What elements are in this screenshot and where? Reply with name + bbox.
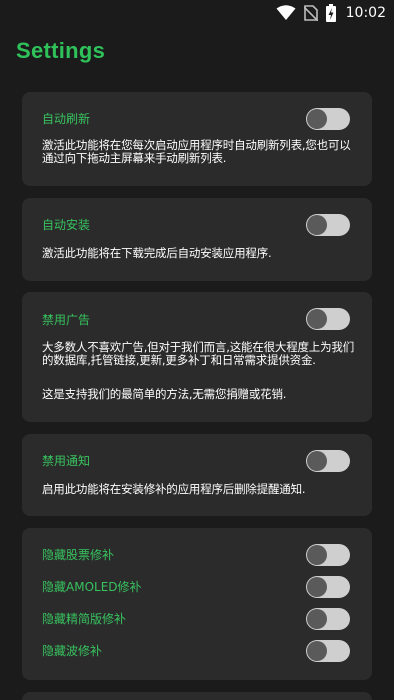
- toggle-knob: [307, 451, 327, 471]
- disable-ads-label: 禁用广告: [42, 313, 91, 327]
- disable-notifications-card: 禁用通知 启用此功能将在安装修补的应用程序后删除提醒通知.: [22, 434, 372, 516]
- toggle-knob: [307, 215, 327, 235]
- hide-patches-card: 隐藏股票修补 隐藏AMOLED修补 隐藏精简版修补 隐藏波修补: [22, 528, 372, 680]
- page-title: Settings: [16, 38, 106, 63]
- hide-wave-patch-toggle[interactable]: [306, 640, 350, 662]
- toggle-knob: [307, 309, 327, 329]
- toggle-knob: [307, 609, 327, 629]
- toggle-knob: [307, 545, 327, 565]
- hide-amoled-patch-label: 隐藏AMOLED修补: [42, 580, 142, 594]
- hide-stock-patch-label: 隐藏股票修补: [42, 548, 115, 562]
- disable-ads-note: 这是支持我们的最简单的方法,无需您捐赠或花销.: [42, 387, 287, 401]
- hide-amoled-patch-toggle[interactable]: [306, 576, 350, 598]
- hide-stock-patch-toggle[interactable]: [306, 544, 350, 566]
- next-settings-card: [22, 692, 372, 700]
- battery-charging-icon: [325, 4, 336, 22]
- status-time: 10:02: [345, 5, 386, 21]
- toggle-knob: [307, 641, 327, 661]
- hide-lite-patch-label: 隐藏精简版修补: [42, 612, 127, 626]
- wifi-icon: [276, 5, 296, 21]
- settings-screen: 10:02 Settings 自动刷新 激活此功能将在您每次启动应用程序时自动刷…: [0, 0, 394, 700]
- toggle-knob: [307, 109, 327, 129]
- auto-install-card: 自动安装 激活此功能将在下载完成后自动安装应用程序.: [22, 198, 372, 281]
- auto-refresh-description: 激活此功能将在您每次启动应用程序时自动刷新列表,您也可以通过向下拖动主屏幕来手动…: [42, 138, 351, 165]
- disable-notifications-label: 禁用通知: [42, 454, 91, 468]
- hide-wave-patch-label: 隐藏波修补: [42, 644, 103, 658]
- disable-ads-toggle[interactable]: [306, 308, 350, 330]
- toggle-knob: [307, 577, 327, 597]
- auto-install-description: 激活此功能将在下载完成后自动安装应用程序.: [42, 246, 272, 260]
- disable-ads-card: 禁用广告 大多数人不喜欢广告,但对于我们而言,这能在很大程度上为我们的数据库,托…: [22, 292, 372, 422]
- auto-install-label: 自动安装: [42, 218, 91, 232]
- disable-ads-description: 大多数人不喜欢广告,但对于我们而言,这能在很大程度上为我们的数据库,托管链接,更…: [42, 340, 355, 367]
- hide-lite-patch-toggle[interactable]: [306, 608, 350, 630]
- no-sim-icon: [303, 5, 318, 21]
- auto-refresh-card: 自动刷新 激活此功能将在您每次启动应用程序时自动刷新列表,您也可以通过向下拖动主…: [22, 92, 372, 186]
- status-bar: 10:02: [0, 0, 394, 28]
- auto-refresh-toggle[interactable]: [306, 108, 350, 130]
- disable-notifications-toggle[interactable]: [306, 450, 350, 472]
- status-icons: 10:02: [276, 4, 386, 22]
- disable-notifications-description: 启用此功能将在安装修补的应用程序后删除提醒通知.: [42, 482, 306, 496]
- auto-install-toggle[interactable]: [306, 214, 350, 236]
- auto-refresh-label: 自动刷新: [42, 112, 91, 126]
